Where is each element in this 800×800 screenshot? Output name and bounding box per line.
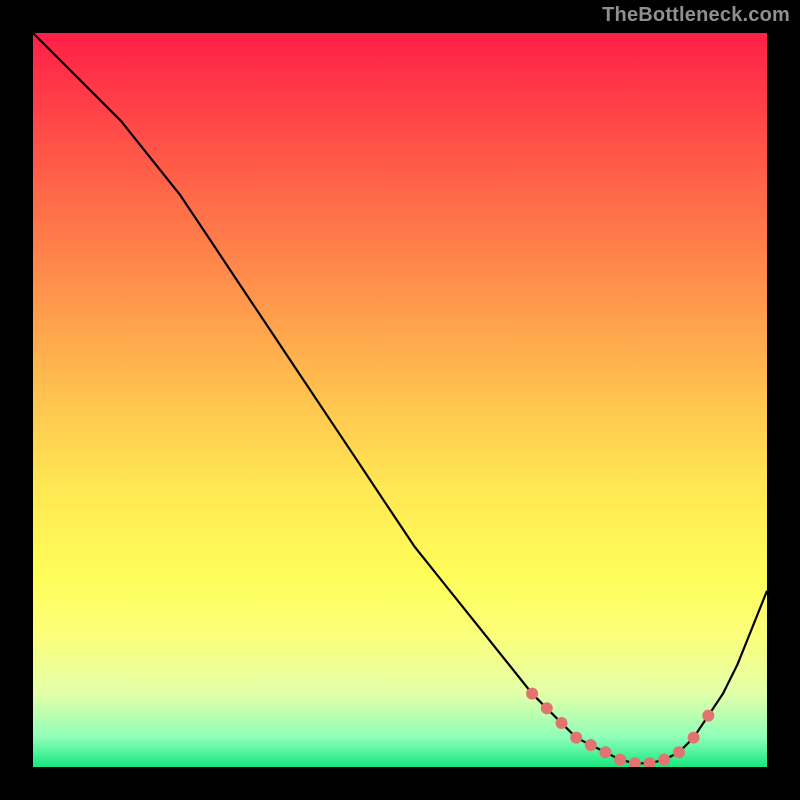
optimal-dot [658, 754, 670, 766]
chart-container: TheBottleneck.com [0, 0, 800, 800]
optimal-dot [673, 746, 685, 758]
optimal-dot [585, 739, 597, 751]
optimal-dot [556, 717, 568, 729]
optimal-dot [541, 702, 553, 714]
plot-area [33, 33, 767, 767]
optimal-dot [614, 754, 626, 766]
optimal-dot [600, 746, 612, 758]
optimal-dot [526, 688, 538, 700]
optimal-dot [688, 732, 700, 744]
optimal-dot [702, 710, 714, 722]
dots-group [526, 688, 714, 767]
watermark-text: TheBottleneck.com [602, 4, 790, 27]
optimal-dot [644, 757, 656, 767]
optimal-dot [570, 732, 582, 744]
optimal-dots [33, 33, 767, 767]
optimal-dot [629, 757, 641, 767]
